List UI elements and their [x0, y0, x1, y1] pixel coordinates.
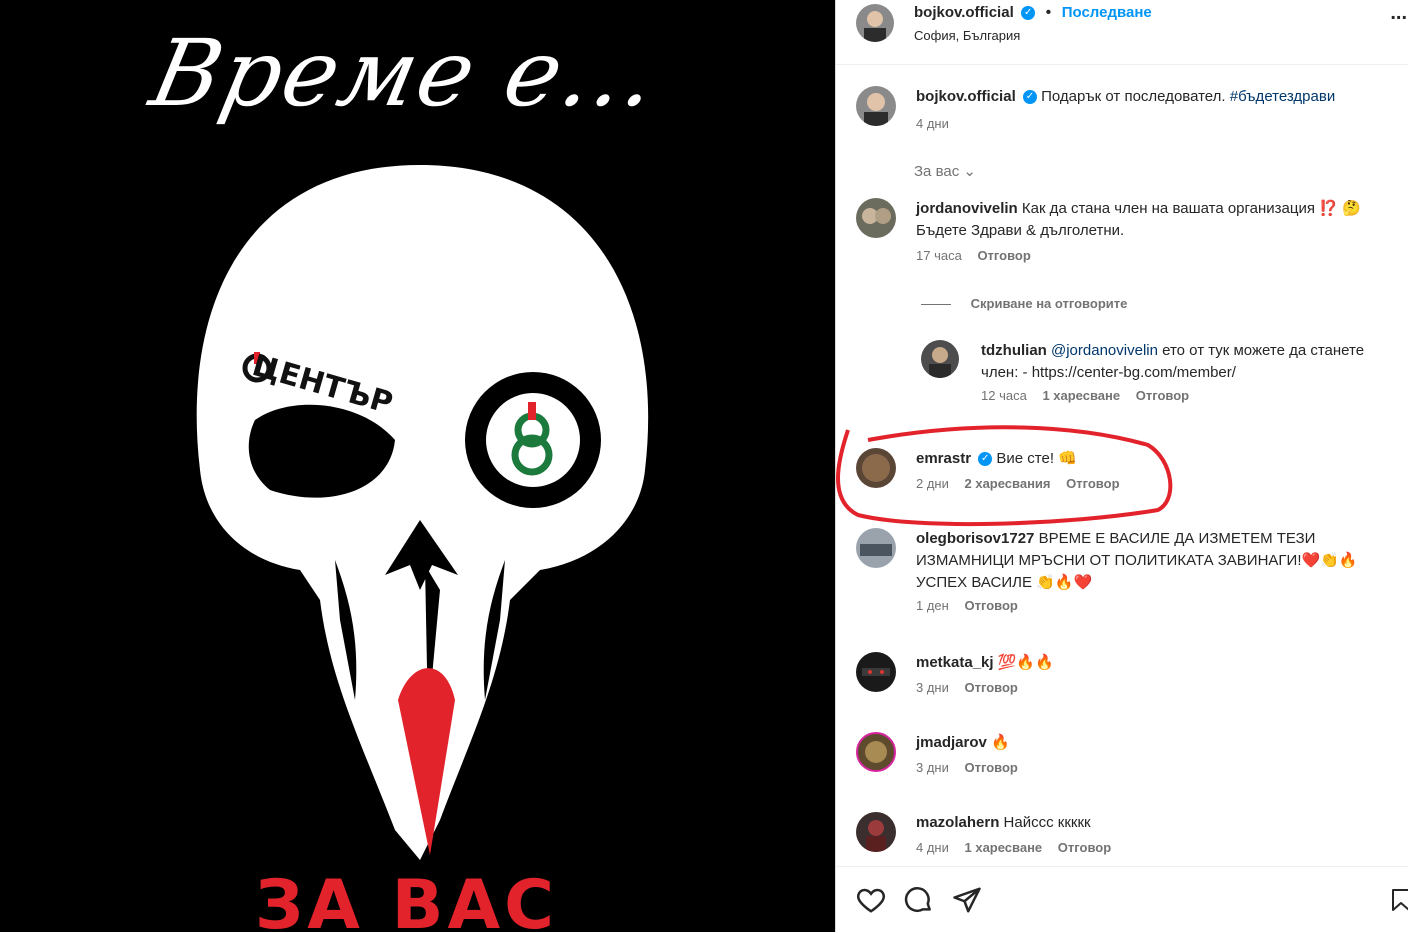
- avatar[interactable]: [856, 812, 896, 852]
- chevron-down-icon: ⌄: [963, 163, 976, 180]
- comments-sidebar: bojkov.official ✓ • Последване София, Бъ…: [835, 0, 1408, 932]
- save-icon[interactable]: [1391, 885, 1408, 920]
- reply-button[interactable]: Отговор: [964, 598, 1017, 613]
- avatar[interactable]: [856, 732, 896, 772]
- header-username[interactable]: bojkov.official: [914, 4, 1014, 21]
- comment-icon[interactable]: [904, 885, 934, 920]
- comment-time: 2 дни: [916, 476, 949, 491]
- divider: [921, 304, 951, 306]
- post-image[interactable]: Време е... ЦЕНТЪР ЗА ВАС: [0, 0, 835, 932]
- heart-icon[interactable]: [856, 885, 886, 920]
- comment-time: 4 дни: [916, 840, 949, 855]
- avatar[interactable]: [856, 652, 896, 692]
- comment-filter[interactable]: За вас ⌄: [914, 162, 976, 180]
- reply-button[interactable]: Отговор: [1058, 840, 1111, 855]
- action-bar: [836, 866, 1408, 933]
- comment-text: 💯🔥🔥: [997, 654, 1054, 671]
- comment-time: 3 дни: [916, 760, 949, 775]
- comment-time: 17 часа: [916, 248, 962, 263]
- reply-button[interactable]: Отговор: [977, 248, 1030, 263]
- comment-text: Вие сте! 👊: [996, 450, 1077, 467]
- reply-time: 12 часа: [981, 388, 1027, 403]
- follow-button[interactable]: Последване: [1062, 4, 1152, 21]
- comment-username[interactable]: emrastr: [916, 450, 971, 467]
- reply-button[interactable]: Отговор: [1066, 476, 1119, 491]
- comment-username[interactable]: olegborisov1727: [916, 530, 1034, 547]
- separator-dot: •: [1045, 4, 1052, 21]
- bottom-text: ЗА ВАС: [255, 866, 558, 932]
- avatar[interactable]: [856, 4, 894, 42]
- reply-button[interactable]: Отговор: [965, 760, 1018, 775]
- comment-username[interactable]: mazolahern: [916, 814, 999, 831]
- avatar[interactable]: [921, 340, 959, 378]
- comment-username[interactable]: jmadjarov: [916, 734, 987, 751]
- comment-text: Найссс ккккк: [1003, 814, 1091, 831]
- reply-button[interactable]: Отговор: [965, 680, 1018, 695]
- hashtag-link[interactable]: #бъдетездрави: [1230, 88, 1335, 105]
- post-header: bojkov.official ✓ • Последване София, Бъ…: [836, 0, 1408, 65]
- filter-label: За вас: [914, 163, 960, 180]
- hide-replies-label: Скриване на отговорите: [970, 296, 1128, 311]
- post-location[interactable]: София, България: [914, 28, 1020, 43]
- more-options-icon[interactable]: ...: [1390, 2, 1407, 25]
- likes-count[interactable]: 2 харесвания: [965, 476, 1051, 491]
- caption-text: Подарък от последовател.: [1041, 88, 1226, 105]
- share-icon[interactable]: [952, 885, 982, 920]
- mention-link[interactable]: @jordanovivelin: [1051, 342, 1158, 359]
- hide-replies-button[interactable]: Скриване на отговорите: [921, 296, 1127, 311]
- comment-username[interactable]: jordanovivelin: [916, 200, 1018, 217]
- avatar[interactable]: [856, 448, 896, 488]
- script-title: Време е...: [142, 20, 668, 127]
- avatar[interactable]: [856, 198, 896, 238]
- likes-count[interactable]: 1 харесване: [965, 840, 1043, 855]
- verified-icon: ✓: [1021, 5, 1036, 20]
- caption-username[interactable]: bojkov.official: [916, 88, 1016, 105]
- reply-username[interactable]: tdzhulian: [981, 342, 1047, 359]
- likes-count[interactable]: 1 харесване: [1042, 388, 1120, 403]
- comment-text: 🔥: [991, 734, 1010, 751]
- reply-button[interactable]: Отговор: [1136, 388, 1189, 403]
- comment-time: 1 ден: [916, 598, 949, 613]
- avatar[interactable]: [856, 86, 896, 126]
- comment-time: 3 дни: [916, 680, 949, 695]
- comment-username[interactable]: metkata_kj: [916, 654, 994, 671]
- avatar[interactable]: [856, 528, 896, 568]
- caption-time: 4 дни: [916, 116, 949, 131]
- verified-icon: ✓: [1022, 90, 1037, 105]
- verified-icon: ✓: [978, 452, 993, 467]
